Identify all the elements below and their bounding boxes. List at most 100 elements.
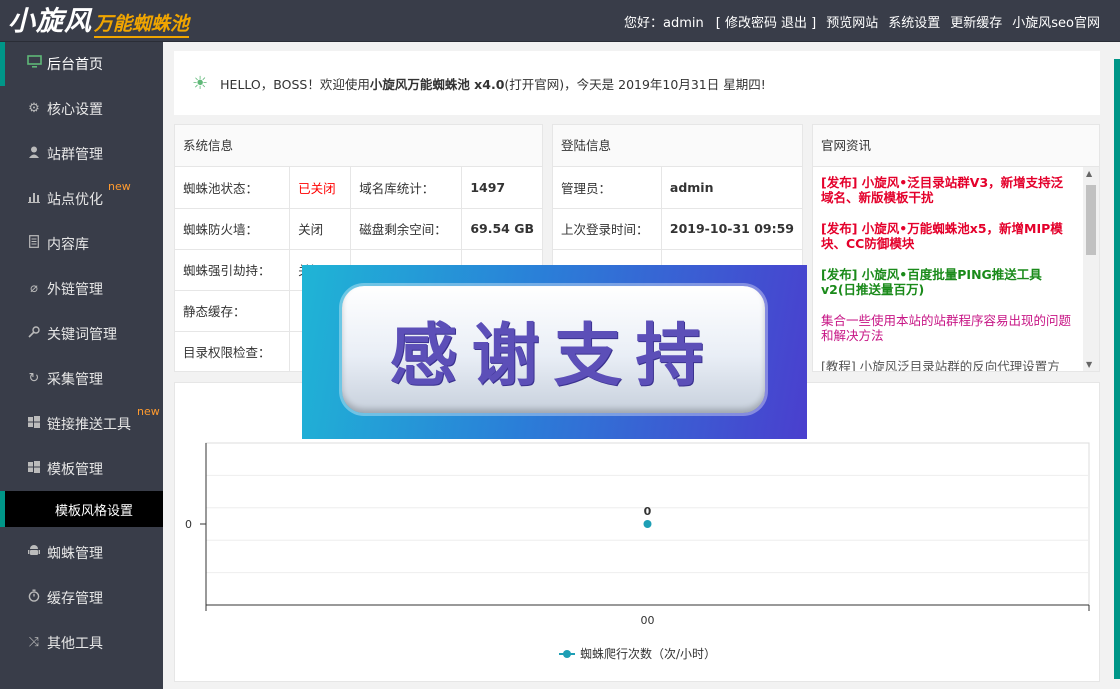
disk-free-space: 69.54 GB (461, 208, 542, 250)
sidebar-item-other-tools[interactable]: ⤨ 其他工具 (0, 620, 163, 665)
new-badge: new (137, 405, 160, 418)
document-icon (26, 235, 42, 252)
welcome-product: 小旋风万能蜘蛛池 x4.0 (369, 76, 505, 92)
welcome-suffix: (打开官网)，今天是 2019年10月31日 星期四! (504, 76, 766, 92)
sidebar-subitem-template-style[interactable]: 模板风格设置 (0, 491, 163, 527)
sidebar: 后台首页 ⚙ 核心设置 站群管理 站点优化 new 内容库 ⌀ 外链管理 关键词… (0, 42, 163, 689)
sidebar-item-home[interactable]: 后台首页 (0, 42, 163, 86)
greeting: 您好：admin (624, 15, 704, 31)
shuffle-icon: ⤨ (28, 635, 40, 650)
monitor-icon (26, 54, 42, 72)
scrollbar-thumb[interactable] (1086, 185, 1096, 255)
sidebar-item-label: 关键词管理 (47, 326, 117, 343)
scroll-up-icon[interactable]: ▲ (1086, 169, 1092, 178)
panel-title: 登陆信息 (553, 125, 802, 167)
sidebar-item-spiders[interactable]: 蜘蛛管理 (0, 530, 163, 575)
last-login-time: 2019-10-31 09:59 (661, 208, 802, 250)
sidebar-item-label: 链接推送工具 (47, 416, 131, 433)
top-nav: 您好：admin [ 修改密码 退出 ] 预览网站 系统设置 更新缓存 小旋风s… (614, 0, 1100, 42)
logo-sub-text: 万能蜘蛛池 (94, 12, 190, 38)
table-cell: 蜘蛛防火墙： (175, 208, 291, 250)
sidebar-item-label: 站点优化 (47, 191, 103, 208)
thanks-overlay-button: 感谢支持 (342, 286, 765, 413)
sidebar-item-cache[interactable]: 缓存管理 (0, 575, 163, 620)
change-password-link[interactable]: [ 修改密码 (716, 12, 777, 31)
thanks-overlay-text: 感谢支持 (389, 316, 718, 396)
sidebar-item-site-optimize[interactable]: 站点优化 new (0, 176, 163, 221)
data-point (643, 520, 652, 528)
news-item[interactable]: [教程] 小旋风泛目录站群的反向代理设置方 (821, 359, 1075, 371)
news-item[interactable]: 集合一些使用本站的站群程序容易出现的问题和解决方法 (821, 313, 1075, 343)
table-cell: 蜘蛛强引劫持： (175, 249, 291, 291)
logout-link[interactable]: 退出 ] (781, 12, 816, 31)
scroll-down-icon[interactable]: ▼ (1086, 360, 1092, 369)
table-cell: 静态缓存： (175, 290, 291, 332)
sidebar-item-collection[interactable]: ↻ 采集管理 (0, 356, 163, 401)
news-item[interactable]: [发布] 小旋风•泛目录站群V3，新增支持泛域名、新版模板干扰 (821, 175, 1075, 205)
news-panel: 官网资讯 [发布] 小旋风•泛目录站群V3，新增支持泛域名、新版模板干扰 [发布… (812, 124, 1100, 372)
timer-icon (26, 589, 42, 606)
panel-title: 官网资讯 (813, 125, 1099, 167)
android-icon (26, 544, 42, 561)
update-cache-link[interactable]: 更新缓存 (950, 12, 1002, 31)
sidebar-item-core-settings[interactable]: ⚙ 核心设置 (0, 86, 163, 131)
x-tick-label: 00 (641, 614, 655, 627)
news-list: [发布] 小旋风•泛目录站群V3，新增支持泛域名、新版模板干扰 [发布] 小旋风… (813, 167, 1099, 371)
news-scrollbar[interactable]: ▲ ▼ (1083, 167, 1099, 371)
domain-count: 1497 (461, 167, 542, 209)
legend-marker (563, 650, 571, 658)
legend-label: 蜘蛛爬行次数（次/小时） (580, 646, 716, 661)
refresh-icon: ↻ (28, 371, 40, 386)
news-item[interactable]: [发布] 小旋风•万能蜘蛛池x5，新增MIP模块、CC防御模块 (821, 221, 1075, 251)
logo-main-text: 小旋风 (8, 6, 92, 37)
thanks-overlay-image: 感谢支持 (302, 265, 807, 439)
preview-site-link[interactable]: 预览网站 (826, 12, 878, 31)
table-row: 蜘蛛池状态： 已关闭 域名库统计： 1497 (175, 167, 542, 209)
sidebar-item-label: 核心设置 (47, 101, 103, 118)
gear-icon: ⚙ (28, 101, 40, 116)
windows-icon (26, 460, 42, 477)
bar-chart-icon (26, 191, 42, 207)
sidebar-item-templates[interactable]: 模板管理 (0, 446, 163, 491)
windows-icon (26, 415, 42, 432)
sun-icon: ☀ (192, 72, 209, 94)
table-cell: 磁盘剩余空间： (350, 208, 463, 250)
sidebar-item-link-push[interactable]: 链接推送工具 new (0, 401, 163, 446)
sidebar-item-label: 蜘蛛管理 (47, 545, 103, 562)
link-icon: ⌀ (30, 281, 38, 296)
sidebar-item-site-group[interactable]: 站群管理 (0, 131, 163, 176)
system-settings-link[interactable]: 系统设置 (888, 12, 940, 31)
spider-pool-status: 已关闭 (289, 167, 352, 209)
table-cell: 域名库统计： (350, 167, 463, 209)
welcome-banner: ☀ HELLO，BOSS！欢迎使用 小旋风万能蜘蛛池 x4.0 (打开官网)，今… (174, 51, 1100, 115)
table-row: 管理员： admin (553, 167, 802, 209)
sidebar-item-label: 模板管理 (47, 461, 103, 478)
sidebar-item-label: 站群管理 (47, 146, 103, 163)
sidebar-item-label: 后台首页 (47, 57, 103, 73)
table-row: 上次登录时间： 2019-10-31 09:59 (553, 208, 802, 250)
y-tick-label: 0 (185, 518, 192, 531)
key-icon (26, 325, 42, 342)
sidebar-item-external-links[interactable]: ⌀ 外链管理 (0, 266, 163, 311)
table-cell: 上次登录时间： (553, 208, 662, 250)
admin-name: admin (661, 167, 802, 209)
top-bar: 小旋风 万能蜘蛛池 您好：admin [ 修改密码 退出 ] 预览网站 系统设置… (0, 0, 1120, 42)
sidebar-item-label: 内容库 (47, 236, 89, 253)
table-cell: 管理员： (553, 167, 662, 209)
official-site-link[interactable]: 小旋风seo官网 (1012, 12, 1100, 31)
accent-bar (1114, 59, 1120, 679)
sidebar-item-label: 缓存管理 (47, 590, 103, 607)
logo[interactable]: 小旋风 万能蜘蛛池 (8, 4, 190, 38)
sidebar-item-keywords[interactable]: 关键词管理 (0, 311, 163, 356)
welcome-prefix: HELLO，BOSS！欢迎使用 (220, 76, 370, 92)
table-cell: 蜘蛛池状态： (175, 167, 291, 209)
user-icon (26, 146, 42, 162)
table-row: 蜘蛛防火墙： 关闭 磁盘剩余空间： 69.54 GB (175, 208, 542, 250)
table-cell: 目录权限检查： (175, 331, 291, 371)
news-item[interactable]: [发布] 小旋风•百度批量PING推送工具v2(日推送量百万) (821, 267, 1075, 297)
panel-title: 系统信息 (175, 125, 542, 167)
sidebar-item-content-library[interactable]: 内容库 (0, 221, 163, 266)
sidebar-item-label: 外链管理 (47, 281, 103, 298)
new-badge: new (108, 180, 131, 193)
data-label: 0 (644, 505, 652, 518)
